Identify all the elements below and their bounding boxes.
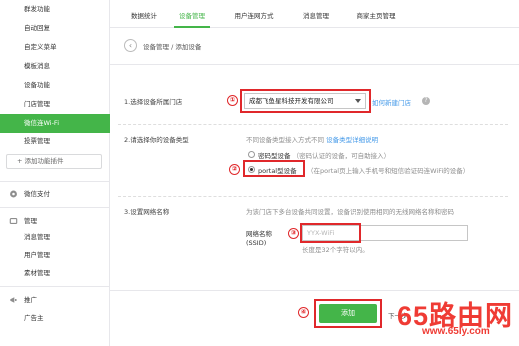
sidebar-item-template-msg[interactable]: 模板消息 — [0, 57, 110, 76]
marker-1: ① — [227, 95, 238, 106]
sidebar-item-label: 群发功能 — [24, 5, 50, 13]
option-password-device: 密码型设备 （密码认证的设备，可自助接入） — [258, 150, 390, 160]
sidebar-item-label: 广告主 — [24, 314, 44, 322]
sidebar-item-device[interactable]: 设备功能 — [0, 76, 110, 95]
sidebar-divider — [0, 207, 110, 208]
option-label: 密码型设备 — [258, 152, 291, 160]
sidebar-item-store[interactable]: 门店管理 — [0, 95, 110, 114]
manage-icon — [9, 218, 18, 224]
new-store-link[interactable]: 如何新建门店 — [372, 97, 411, 107]
highlight-box-3 — [300, 223, 361, 243]
section-divider — [118, 196, 508, 197]
sidebar-item-vote[interactable]: 投票管理 — [0, 132, 110, 151]
sidebar-item-auto-reply[interactable]: 自动回复 — [0, 19, 110, 38]
sidebar-item-label: 自定义菜单 — [24, 43, 57, 51]
sidebar: 群发功能 自动回复 自定义菜单 模板消息 设备功能 门店管理 微信连Wi-Fi … — [0, 0, 110, 346]
tab-homepage[interactable]: 商家主页管理 — [350, 10, 402, 28]
sidebar-item-label: 用户管理 — [24, 251, 50, 259]
sidebar-item-users[interactable]: 用户管理 — [0, 247, 110, 264]
add-plugin-button[interactable]: + 添加功能插件 — [6, 154, 102, 169]
header-divider — [110, 64, 519, 65]
sidebar-item-label: 设备功能 — [24, 81, 50, 89]
radio-password-device[interactable] — [248, 151, 255, 158]
highlight-box-1 — [240, 89, 371, 113]
tab-stats[interactable]: 数据统计 — [124, 10, 164, 28]
tab-device-management[interactable]: 设备管理 — [174, 10, 210, 28]
sidebar-item-label: 模板消息 — [24, 62, 50, 70]
watermark-url: www.65ly.com — [422, 326, 490, 337]
device-type-help-link[interactable]: 设备类型详细说明 — [326, 136, 378, 144]
sidebar-item-materials[interactable]: 素材管理 — [0, 265, 110, 282]
sidebar-item-label: 投票管理 — [24, 137, 50, 145]
sidebar-item-wifi[interactable]: 微信连Wi-Fi — [0, 114, 110, 133]
sidebar-item-label: 消息管理 — [24, 233, 50, 241]
option-description: （密码认证的设备，可自助接入） — [292, 152, 391, 160]
sidebar-item-mass-send[interactable]: 群发功能 — [0, 0, 110, 19]
chevron-left-icon: ‹ — [128, 41, 133, 50]
sidebar-item-label: 微信连Wi-Fi — [24, 119, 60, 127]
sidebar-item-label: 微信支付 — [24, 190, 50, 198]
sidebar-item-label: 自动回复 — [24, 24, 50, 32]
sidebar-item-label: 素材管理 — [24, 269, 50, 277]
ssid-hint: 长度是32个字符以内。 — [302, 246, 369, 254]
portal-device-description: （在portal页上输入手机号和短信验证码连WiFi的设备） — [307, 167, 470, 175]
tab-messages[interactable]: 消息管理 — [298, 10, 334, 28]
help-icon[interactable]: ? — [422, 97, 430, 105]
step2-label: 2.请选择你的设备类型 — [124, 136, 189, 144]
back-button[interactable]: ‹ — [124, 39, 137, 52]
sidebar-item-custom-menu[interactable]: 自定义菜单 — [0, 38, 110, 57]
section-divider — [118, 124, 508, 125]
sidebar-divider — [0, 286, 110, 287]
step3-label: 3.设置网络名称 — [124, 208, 170, 216]
sidebar-group-manage: 管理 — [0, 212, 110, 230]
sidebar-group-promo: 推广 — [0, 291, 110, 309]
ssid-label: 网络名称 — [246, 230, 272, 238]
highlight-box-2 — [243, 160, 305, 177]
sidebar-divider — [0, 181, 110, 182]
device-type-note-text: 不同设备类型接入方式不同 — [246, 136, 324, 144]
marker-2: ② — [229, 164, 240, 175]
marker-3: ③ — [288, 228, 299, 239]
device-type-note: 不同设备类型接入方式不同 设备类型详细说明 — [246, 134, 378, 144]
sidebar-item-label: 门店管理 — [24, 100, 50, 108]
ssid-description: 为该门店下多台设备共同设置，设备识别使用相同的无线网络名称和密码 — [246, 208, 454, 216]
breadcrumb: 设备管理 / 添加设备 — [143, 43, 202, 51]
sidebar-group-label: 管理 — [24, 217, 37, 225]
add-button[interactable]: 添加 — [319, 304, 377, 323]
megaphone-icon — [10, 297, 17, 303]
sidebar-item-messages[interactable]: 消息管理 — [0, 229, 110, 246]
tab-connection-method[interactable]: 用户连网方式 — [228, 10, 280, 28]
tab-bar: 数据统计 设备管理 用户连网方式 消息管理 商家主页管理 — [110, 0, 519, 28]
ssid-label-sub: (SSID) — [246, 239, 267, 247]
sidebar-item-advertiser[interactable]: 广告主 — [0, 310, 110, 327]
pay-icon — [10, 190, 17, 198]
footer-divider — [110, 290, 519, 291]
sidebar-item-pay[interactable]: 微信支付 — [0, 185, 110, 203]
marker-4: ④ — [298, 307, 309, 318]
step1-label: 1.选择设备所属门店 — [124, 98, 183, 106]
sidebar-group-label: 推广 — [24, 296, 37, 304]
